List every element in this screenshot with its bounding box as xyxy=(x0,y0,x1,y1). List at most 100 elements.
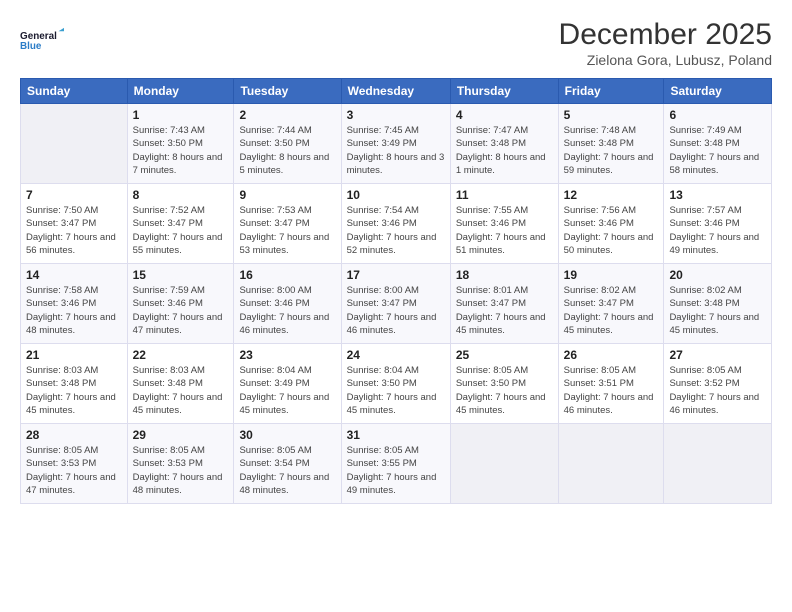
header-wednesday: Wednesday xyxy=(341,79,450,104)
daylight-text: Daylight: 7 hours and 46 minutes. xyxy=(669,392,759,416)
day-cell-3-1: 22Sunrise: 8:03 AMSunset: 3:48 PMDayligh… xyxy=(127,344,234,424)
day-detail: Sunrise: 8:05 AMSunset: 3:53 PMDaylight:… xyxy=(26,444,122,497)
day-number: 23 xyxy=(239,348,335,362)
daylight-text: Daylight: 7 hours and 45 minutes. xyxy=(456,312,546,336)
sunrise-text: Sunrise: 7:54 AM xyxy=(347,205,419,216)
sunset-text: Sunset: 3:47 PM xyxy=(133,218,203,229)
day-cell-0-2: 2Sunrise: 7:44 AMSunset: 3:50 PMDaylight… xyxy=(234,104,341,184)
daylight-text: Daylight: 7 hours and 47 minutes. xyxy=(133,312,223,336)
day-cell-1-3: 10Sunrise: 7:54 AMSunset: 3:46 PMDayligh… xyxy=(341,184,450,264)
daylight-text: Daylight: 7 hours and 58 minutes. xyxy=(669,152,759,176)
sunrise-text: Sunrise: 7:43 AM xyxy=(133,125,205,136)
header-sunday: Sunday xyxy=(21,79,128,104)
daylight-text: Daylight: 8 hours and 1 minute. xyxy=(456,152,546,176)
sunset-text: Sunset: 3:48 PM xyxy=(456,138,526,149)
day-number: 12 xyxy=(564,188,659,202)
day-cell-3-5: 26Sunrise: 8:05 AMSunset: 3:51 PMDayligh… xyxy=(558,344,664,424)
sunrise-text: Sunrise: 8:05 AM xyxy=(669,365,741,376)
sunrise-text: Sunrise: 8:05 AM xyxy=(133,445,205,456)
day-cell-2-0: 14Sunrise: 7:58 AMSunset: 3:46 PMDayligh… xyxy=(21,264,128,344)
day-number: 3 xyxy=(347,108,445,122)
sunset-text: Sunset: 3:50 PM xyxy=(239,138,309,149)
day-cell-4-3: 31 Sunrise: 8:05 AMSunset: 3:55 PMDayligh… xyxy=(341,424,450,504)
day-number: 15 xyxy=(133,268,229,282)
sunrise-text: Sunrise: 8:05 AM xyxy=(26,445,98,456)
sunrise-text: Sunrise: 8:05 AM xyxy=(347,445,419,456)
daylight-text: Daylight: 7 hours and 46 minutes. xyxy=(347,312,437,336)
day-detail: Sunrise: 7:56 AMSunset: 3:46 PMDaylight:… xyxy=(564,204,659,257)
daylight-text: Daylight: 7 hours and 56 minutes. xyxy=(26,232,116,256)
day-cell-2-2: 16Sunrise: 8:00 AMSunset: 3:46 PMDayligh… xyxy=(234,264,341,344)
day-cell-1-1: 8 Sunrise: 7:52 AMSunset: 3:47 PMDaylight… xyxy=(127,184,234,264)
day-cell-1-4: 11 Sunrise: 7:55 AMSunset: 3:46 PMDayligh… xyxy=(450,184,558,264)
location-title: Zielona Gora, Lubusz, Poland xyxy=(559,52,772,68)
daylight-text: Daylight: 7 hours and 50 minutes. xyxy=(564,232,654,256)
day-cell-4-4 xyxy=(450,424,558,504)
day-cell-1-0: 7Sunrise: 7:50 AMSunset: 3:47 PMDaylight… xyxy=(21,184,128,264)
sunrise-text: Sunrise: 7:57 AM xyxy=(669,205,741,216)
header-saturday: Saturday xyxy=(664,79,772,104)
day-number: 26 xyxy=(564,348,659,362)
sunset-text: Sunset: 3:46 PM xyxy=(564,218,634,229)
day-detail: Sunrise: 7:48 AMSunset: 3:48 PMDaylight:… xyxy=(564,124,659,177)
day-cell-4-2: 30Sunrise: 8:05 AMSunset: 3:54 PMDayligh… xyxy=(234,424,341,504)
day-number: 6 xyxy=(669,108,766,122)
day-number: 31 xyxy=(347,428,445,442)
sunrise-text: Sunrise: 7:58 AM xyxy=(26,285,98,296)
day-cell-1-5: 12 Sunrise: 7:56 AMSunset: 3:46 PMDayligh… xyxy=(558,184,664,264)
day-cell-3-2: 23Sunrise: 8:04 AMSunset: 3:49 PMDayligh… xyxy=(234,344,341,424)
day-number: 4 xyxy=(456,108,553,122)
svg-text:General: General xyxy=(20,31,57,42)
day-detail: Sunrise: 8:04 AMSunset: 3:50 PMDaylight:… xyxy=(347,364,445,417)
daylight-text: Daylight: 7 hours and 48 minutes. xyxy=(239,472,329,496)
day-detail: Sunrise: 7:59 AMSunset: 3:46 PMDaylight:… xyxy=(133,284,229,337)
title-section: December 2025 Zielona Gora, Lubusz, Pola… xyxy=(559,18,772,68)
day-number: 8 xyxy=(133,188,229,202)
day-detail: Sunrise: 7:52 AMSunset: 3:47 PMDaylight:… xyxy=(133,204,229,257)
calendar-table: SundayMondayTuesdayWednesdayThursdayFrid… xyxy=(20,78,772,504)
day-cell-1-6: 13Sunrise: 7:57 AMSunset: 3:46 PMDayligh… xyxy=(664,184,772,264)
daylight-text: Daylight: 7 hours and 47 minutes. xyxy=(26,472,116,496)
day-detail: Sunrise: 7:44 AMSunset: 3:50 PMDaylight:… xyxy=(239,124,335,177)
week-row-2: 7Sunrise: 7:50 AMSunset: 3:47 PMDaylight… xyxy=(21,184,772,264)
sunrise-text: Sunrise: 8:04 AM xyxy=(239,365,311,376)
day-detail: Sunrise: 7:49 AMSunset: 3:48 PMDaylight:… xyxy=(669,124,766,177)
day-detail: Sunrise: 8:05 AMSunset: 3:55 PMDaylight:… xyxy=(347,444,445,497)
sunset-text: Sunset: 3:52 PM xyxy=(669,378,739,389)
day-detail: Sunrise: 8:03 AMSunset: 3:48 PMDaylight:… xyxy=(26,364,122,417)
sunrise-text: Sunrise: 8:03 AM xyxy=(26,365,98,376)
sunset-text: Sunset: 3:48 PM xyxy=(26,378,96,389)
day-cell-3-6: 27 Sunrise: 8:05 AM Sunset: 3:52 PM Dayligh… xyxy=(664,344,772,424)
week-row-3: 14 Sunrise: 7:58 AM Sunset: 3:46 PM Dayligh… xyxy=(21,264,772,344)
sunrise-text: Sunrise: 7:49 AM xyxy=(669,125,741,136)
sunset-text: Sunset: 3:46 PM xyxy=(26,298,96,309)
day-cell-0-3: 3Sunrise: 7:45 AMSunset: 3:49 PMDaylight… xyxy=(341,104,450,184)
page: General Blue December 2025 Zielona Gora,… xyxy=(0,0,792,612)
day-detail: Sunrise: 7:55 AMSunset: 3:46 PMDaylight:… xyxy=(456,204,553,257)
day-number: 19 xyxy=(564,268,659,282)
day-number: 14 xyxy=(26,268,122,282)
sunset-text: Sunset: 3:46 PM xyxy=(669,218,739,229)
day-number: 27 xyxy=(669,348,766,362)
day-number: 10 xyxy=(347,188,445,202)
sunrise-text: Sunrise: 8:00 AM xyxy=(239,285,311,296)
day-number: 16 xyxy=(239,268,335,282)
sunrise-text: Sunrise: 7:47 AM xyxy=(456,125,528,136)
day-number: 7 xyxy=(26,188,122,202)
daylight-text: Daylight: 7 hours and 45 minutes. xyxy=(456,392,546,416)
day-cell-0-1: 1Sunrise: 7:43 AMSunset: 3:50 PMDaylight… xyxy=(127,104,234,184)
day-number: 5 xyxy=(564,108,659,122)
day-detail: Sunrise: 8:05 AMSunset: 3:50 PMDaylight:… xyxy=(456,364,553,417)
day-cell-2-5: 19Sunrise: 8:02 AMSunset: 3:47 PMDayligh… xyxy=(558,264,664,344)
header-tuesday: Tuesday xyxy=(234,79,341,104)
day-number: 1 xyxy=(133,108,229,122)
day-cell-4-1: 29Sunrise: 8:05 AMSunset: 3:53 PMDayligh… xyxy=(127,424,234,504)
sunset-text: Sunset: 3:49 PM xyxy=(347,138,417,149)
day-number: 11 xyxy=(456,188,553,202)
daylight-text: Daylight: 7 hours and 49 minutes. xyxy=(669,232,759,256)
day-number: 21 xyxy=(26,348,122,362)
daylight-text: Daylight: 7 hours and 52 minutes. xyxy=(347,232,437,256)
day-number: 25 xyxy=(456,348,553,362)
day-number: 28 xyxy=(26,428,122,442)
sunset-text: Sunset: 3:51 PM xyxy=(564,378,634,389)
